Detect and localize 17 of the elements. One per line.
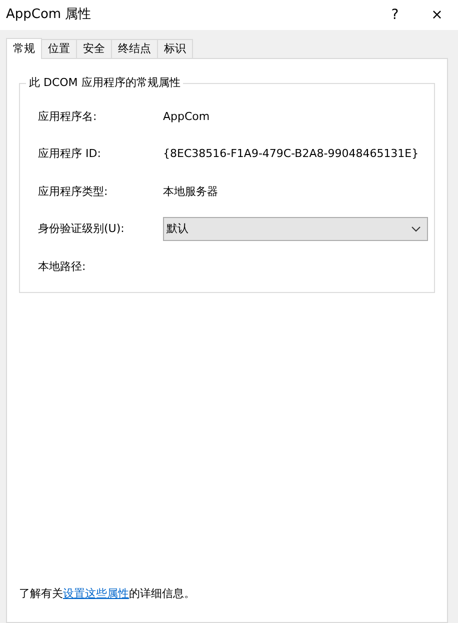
settings-link[interactable]: 设置这些属性	[63, 586, 129, 600]
help-sentence: 了解有关设置这些属性的详细信息。	[19, 586, 195, 602]
help-button[interactable]: ?	[374, 4, 416, 26]
tab[interactable]: 标识	[157, 39, 193, 58]
close-button[interactable]: ×	[416, 4, 458, 26]
field-value: AppCom	[163, 108, 210, 124]
field-label: 应用程序类型:	[38, 184, 109, 200]
tab[interactable]: 常规	[6, 38, 42, 59]
field-label: 应用程序 ID:	[38, 146, 102, 162]
window-title: AppCom 属性	[6, 6, 92, 24]
field-value: {8EC38516-F1A9-479C-B2A8-99048465131E}	[163, 146, 419, 162]
field-label: 本地路径:	[38, 258, 87, 274]
dropdown[interactable]: 默认	[162, 217, 428, 242]
field-label: 身份验证级别(U):	[38, 221, 126, 237]
field-value: 本地服务器	[163, 184, 218, 200]
field-label: 应用程序名:	[38, 108, 98, 124]
chevron-down-icon	[411, 226, 421, 232]
